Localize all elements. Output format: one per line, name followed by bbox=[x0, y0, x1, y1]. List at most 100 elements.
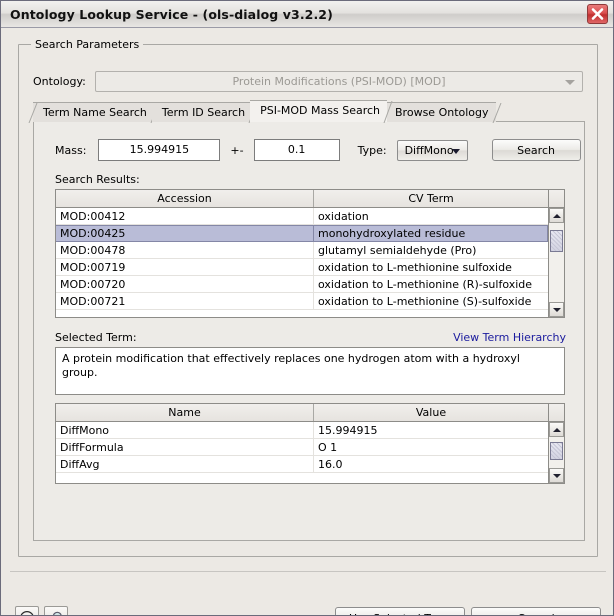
search-button[interactable]: Search bbox=[491, 139, 581, 161]
table-row[interactable]: DiffAvg 16.0 bbox=[56, 456, 548, 473]
dialog-body: Search Parameters Ontology: Protein Modi… bbox=[1, 28, 613, 615]
properties-body: DiffMono 15.994915 DiffFormula O 1 DiffA… bbox=[56, 422, 548, 483]
column-header-value[interactable]: Value bbox=[314, 404, 548, 421]
window-title: Ontology Lookup Service - (ols-dialog v3… bbox=[10, 6, 333, 22]
term-properties-table: Name Value DiffMono 15.994915 DiffFormul… bbox=[55, 403, 565, 484]
scroll-down-icon[interactable] bbox=[549, 302, 564, 317]
tab-label: Term ID Search bbox=[161, 106, 246, 119]
tab-browse-ontology[interactable]: Browse Ontology bbox=[385, 102, 501, 124]
cell-accession: MOD:00425 bbox=[56, 226, 314, 241]
cell-name: DiffFormula bbox=[56, 439, 314, 455]
selected-term-description[interactable]: A protein modification that effectively … bbox=[55, 347, 565, 395]
cell-cv-term: oxidation to L-methionine sulfoxide bbox=[318, 260, 512, 274]
mass-input[interactable]: 15.994915 bbox=[98, 139, 221, 161]
mass-label: Mass: bbox=[55, 143, 87, 157]
properties-scrollbar[interactable] bbox=[548, 404, 564, 483]
ontology-row: Ontology: Protein Modifications (PSI-MOD… bbox=[33, 69, 583, 93]
tab-edge-left bbox=[28, 102, 38, 124]
cell-name: DiffAvg bbox=[56, 456, 314, 472]
tab-term-name-search[interactable]: Term Name Search bbox=[28, 102, 160, 124]
results-scrollbar[interactable] bbox=[548, 190, 564, 317]
column-header-name[interactable]: Name bbox=[56, 404, 314, 421]
results-body: MOD:00412 oxidation MOD:00425 monohydrox… bbox=[56, 208, 548, 317]
cell-accession: MOD:00721 bbox=[56, 293, 314, 309]
tab-strip: Term Name Search Term ID Search PSI-MOD … bbox=[28, 100, 585, 124]
triangle-up-glyph bbox=[552, 213, 561, 218]
close-x-glyph bbox=[591, 8, 604, 20]
tab-term-id-search[interactable]: Term ID Search bbox=[151, 102, 258, 124]
triangle-down-glyph bbox=[552, 473, 561, 478]
cell-accession: MOD:00478 bbox=[56, 242, 314, 258]
ontology-select[interactable]: Protein Modifications (PSI-MOD) [MOD] bbox=[95, 70, 583, 92]
ols-dialog-window: Ontology Lookup Service - (ols-dialog v3… bbox=[0, 0, 614, 616]
cell-accession: MOD:00412 bbox=[56, 208, 314, 224]
scrollbar-track[interactable] bbox=[549, 422, 564, 483]
table-row[interactable]: MOD:00478 glutamyl semialdehyde (Pro) bbox=[56, 242, 548, 259]
psi-mod-mass-search-panel: Mass: 15.994915 +- 0.1 Type: DiffMono Se… bbox=[33, 121, 585, 541]
scroll-up-icon[interactable] bbox=[549, 208, 564, 223]
group-title: Search Parameters bbox=[31, 38, 144, 51]
results-table-main: Accession CV Term MOD:00412 oxidation MO… bbox=[56, 190, 548, 317]
table-row[interactable]: MOD:00412 oxidation bbox=[56, 208, 548, 225]
cell-cv-term: glutamyl semialdehyde (Pro) bbox=[318, 243, 477, 257]
magnifier-icon[interactable] bbox=[44, 606, 68, 615]
cell-cv-term: oxidation to L-methionine (R)-sulfoxide bbox=[318, 277, 533, 291]
cell-value: 16.0 bbox=[318, 457, 343, 471]
magnifying-glass-glyph bbox=[52, 611, 62, 615]
cell-name: DiffMono bbox=[56, 422, 314, 438]
tolerance-input[interactable]: 0.1 bbox=[253, 139, 340, 161]
table-row[interactable]: DiffFormula O 1 bbox=[56, 439, 548, 456]
view-term-hierarchy-link[interactable]: View Term Hierarchy bbox=[453, 331, 566, 344]
type-selected-value: DiffMono bbox=[404, 143, 454, 157]
chevron-down-icon bbox=[451, 148, 460, 154]
question-mark-glyph: ? bbox=[20, 611, 34, 615]
triangle-down-glyph bbox=[552, 307, 561, 312]
footer-divider bbox=[10, 571, 606, 572]
tab-label: PSI-MOD Mass Search bbox=[260, 104, 381, 117]
tab-psi-mod-mass-search[interactable]: PSI-MOD Mass Search bbox=[250, 100, 393, 124]
ontology-selected-value: Protein Modifications (PSI-MOD) [MOD] bbox=[232, 74, 446, 88]
scroll-up-icon[interactable] bbox=[549, 422, 564, 437]
scrollbar-corner bbox=[549, 190, 564, 208]
scrollbar-thumb[interactable] bbox=[550, 230, 563, 252]
scrollbar-corner bbox=[549, 404, 564, 422]
chevron-down-icon bbox=[565, 79, 575, 85]
cell-cv-term: oxidation bbox=[318, 209, 369, 223]
search-results-table: Accession CV Term MOD:00412 oxidation MO… bbox=[55, 189, 565, 318]
help-icon[interactable]: ? bbox=[15, 606, 39, 615]
table-row[interactable]: MOD:00720 oxidation to L-methionine (R)-… bbox=[56, 276, 548, 293]
properties-table-main: Name Value DiffMono 15.994915 DiffFormul… bbox=[56, 404, 548, 483]
cell-cv-term: oxidation to L-methionine (S)-sulfoxide bbox=[318, 294, 532, 308]
tab-label: Term Name Search bbox=[43, 106, 147, 119]
plus-minus-label: +- bbox=[230, 143, 244, 157]
table-row[interactable]: MOD:00719 oxidation to L-methionine sulf… bbox=[56, 259, 548, 276]
close-icon[interactable] bbox=[587, 4, 608, 24]
title-bar: Ontology Lookup Service - (ols-dialog v3… bbox=[1, 1, 613, 28]
scrollbar-thumb[interactable] bbox=[550, 442, 563, 460]
cell-value: 15.994915 bbox=[318, 423, 378, 437]
type-select[interactable]: DiffMono bbox=[396, 139, 468, 161]
table-row[interactable]: MOD:00721 oxidation to L-methionine (S)-… bbox=[56, 293, 548, 310]
results-header-row: Accession CV Term bbox=[56, 190, 548, 208]
tab-edge-right bbox=[492, 102, 502, 124]
mass-search-form: Mass: 15.994915 +- 0.1 Type: DiffMono Se… bbox=[55, 139, 581, 161]
column-header-cv-term[interactable]: CV Term bbox=[314, 190, 548, 207]
scroll-down-icon[interactable] bbox=[549, 468, 564, 483]
table-row[interactable]: MOD:00425 monohydroxylated residue bbox=[56, 225, 548, 242]
properties-header-row: Name Value bbox=[56, 404, 548, 422]
selected-term-label: Selected Term: bbox=[55, 331, 137, 344]
type-label: Type: bbox=[357, 143, 387, 157]
cell-accession: MOD:00720 bbox=[56, 276, 314, 292]
scrollbar-track[interactable] bbox=[549, 208, 564, 317]
triangle-up-glyph bbox=[552, 427, 561, 432]
search-results-label: Search Results: bbox=[55, 173, 140, 186]
use-selected-term-button[interactable]: Use Selected Term bbox=[335, 607, 465, 615]
cell-cv-term: monohydroxylated residue bbox=[314, 226, 548, 241]
cancel-button[interactable]: Cancel bbox=[471, 607, 601, 615]
table-row[interactable]: DiffMono 15.994915 bbox=[56, 422, 548, 439]
ontology-label: Ontology: bbox=[33, 74, 86, 88]
column-header-accession[interactable]: Accession bbox=[56, 190, 314, 207]
cell-accession: MOD:00719 bbox=[56, 259, 314, 275]
cell-value: O 1 bbox=[318, 440, 338, 454]
tab-label: Browse Ontology bbox=[395, 106, 489, 119]
